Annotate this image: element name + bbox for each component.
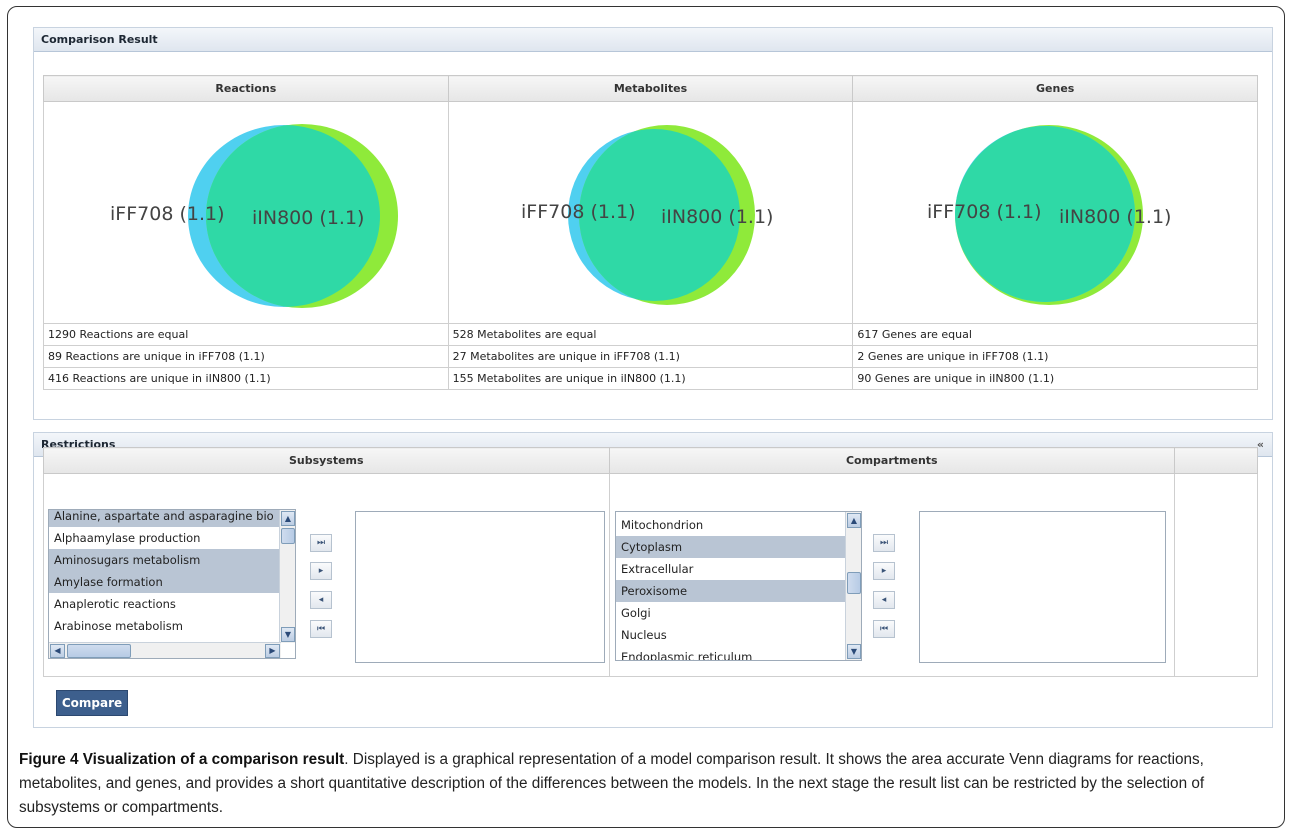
- move-all-left-button[interactable]: ⏮: [873, 620, 895, 638]
- list-item[interactable]: Nucleus: [616, 624, 846, 646]
- venn-metabolites-cell: iFF708 (1.1) iIN800 (1.1): [447, 101, 854, 324]
- move-left-button[interactable]: ◂: [310, 591, 332, 609]
- stat-cell: 528 Metabolites are equal: [447, 323, 854, 346]
- stat-cell: 1290 Reactions are equal: [43, 323, 449, 346]
- column-header-empty: [1174, 447, 1258, 474]
- caption-title: Figure 4 Visualization of a comparison r…: [19, 751, 345, 768]
- venn-reactions-cell: iFF708 (1.1) iIN800 (1.1): [43, 101, 449, 324]
- compartments-selected-list[interactable]: [919, 511, 1166, 663]
- figure-caption: Figure 4 Visualization of a comparison r…: [19, 748, 1275, 820]
- column-header-genes: Genes: [852, 75, 1258, 102]
- table-row: 89 Reactions are unique in iFF708 (1.1) …: [43, 345, 1258, 368]
- stat-cell: 27 Metabolites are unique in iFF708 (1.1…: [447, 345, 854, 368]
- list-item[interactable]: Amylase formation: [49, 571, 280, 593]
- stat-cell: 89 Reactions are unique in iFF708 (1.1): [43, 345, 449, 368]
- list-item[interactable]: Endoplasmic reticulum: [616, 646, 846, 660]
- venn-label-right: iIN800 (1.1): [661, 206, 773, 228]
- venn-diagram-metabolites: iFF708 (1.1) iIN800 (1.1): [521, 125, 773, 305]
- list-item[interactable]: Alphaamylase production: [49, 527, 280, 549]
- scroll-down-icon[interactable]: ▼: [847, 644, 861, 659]
- stat-cell: 2 Genes are unique in iFF708 (1.1): [852, 345, 1258, 368]
- compartments-listbox[interactable]: Mitochondrion Cytoplasm Extracellular Pe…: [615, 511, 862, 661]
- list-item[interactable]: Extracellular: [616, 558, 846, 580]
- list-item[interactable]: Cytoplasm: [616, 536, 846, 558]
- scroll-thumb[interactable]: [847, 572, 861, 594]
- venn-diagram-genes: iFF708 (1.1) iIN800 (1.1): [927, 125, 1172, 305]
- column-header-subsystems: Subsystems: [43, 447, 610, 474]
- stat-cell: 155 Metabolites are unique in iIN800 (1.…: [447, 367, 854, 390]
- scroll-thumb[interactable]: [67, 644, 131, 658]
- venn-label-left: iFF708 (1.1): [110, 203, 224, 225]
- venn-label-left: iFF708 (1.1): [521, 201, 635, 223]
- venn-diagram-reactions: iFF708 (1.1) iIN800 (1.1): [110, 124, 398, 308]
- scroll-left-icon[interactable]: ◀: [50, 644, 65, 658]
- venn-label-right: iIN800 (1.1): [1059, 206, 1171, 228]
- list-item[interactable]: Anaplerotic reactions: [49, 593, 280, 615]
- list-item[interactable]: Mitochondrion: [616, 514, 846, 536]
- venn-genes-cell: iFF708 (1.1) iIN800 (1.1): [852, 101, 1258, 324]
- compare-button[interactable]: Compare: [56, 690, 128, 716]
- list-item[interactable]: Arabinose metabolism: [49, 615, 280, 637]
- subsystems-hscrollbar[interactable]: ◀ ▶: [49, 642, 281, 658]
- move-left-button[interactable]: ◂: [873, 591, 895, 609]
- subsystems-listbox[interactable]: Alanine, aspartate and asparagine bio Al…: [48, 509, 296, 659]
- scroll-down-icon[interactable]: ▼: [281, 627, 295, 642]
- move-right-button[interactable]: ▸: [310, 562, 332, 580]
- comparison-table: Reactions Metabolites Genes iFF708 (1.1)…: [43, 75, 1258, 390]
- column-header-compartments: Compartments: [608, 447, 1176, 474]
- column-header-reactions: Reactions: [43, 75, 449, 102]
- table-row: 1290 Reactions are equal 528 Metabolites…: [43, 323, 1258, 346]
- compartments-vscrollbar[interactable]: ▲ ▼: [845, 512, 861, 660]
- list-item[interactable]: Alanine, aspartate and asparagine bio: [49, 510, 280, 527]
- comparison-result-header: Comparison Result: [34, 28, 1272, 52]
- stat-cell: 617 Genes are equal: [852, 323, 1258, 346]
- scroll-right-icon[interactable]: ▶: [265, 644, 280, 658]
- move-all-left-button[interactable]: ⏮: [310, 620, 332, 638]
- list-item[interactable]: Peroxisome: [616, 580, 846, 602]
- subsystems-selected-list[interactable]: [355, 511, 605, 663]
- subsystems-vscrollbar[interactable]: ▲ ▼: [279, 510, 295, 643]
- scroll-up-icon[interactable]: ▲: [281, 511, 295, 526]
- move-all-right-button[interactable]: ⏭: [310, 534, 332, 552]
- move-all-right-button[interactable]: ⏭: [873, 534, 895, 552]
- subsystems-list: Alanine, aspartate and asparagine bio Al…: [49, 510, 280, 637]
- stat-cell: 90 Genes are unique in iIN800 (1.1): [852, 367, 1258, 390]
- list-item[interactable]: Golgi: [616, 602, 846, 624]
- column-header-metabolites: Metabolites: [447, 75, 854, 102]
- move-right-button[interactable]: ▸: [873, 562, 895, 580]
- scroll-thumb[interactable]: [281, 528, 295, 544]
- venn-label-right: iIN800 (1.1): [252, 207, 364, 229]
- venn-label-left: iFF708 (1.1): [927, 201, 1041, 223]
- table-row: 416 Reactions are unique in iIN800 (1.1)…: [43, 367, 1258, 390]
- scroll-up-icon[interactable]: ▲: [847, 513, 861, 528]
- list-item[interactable]: Aminosugars metabolism: [49, 549, 280, 571]
- stat-cell: 416 Reactions are unique in iIN800 (1.1): [43, 367, 449, 390]
- compartments-list: Mitochondrion Cytoplasm Extracellular Pe…: [616, 514, 846, 660]
